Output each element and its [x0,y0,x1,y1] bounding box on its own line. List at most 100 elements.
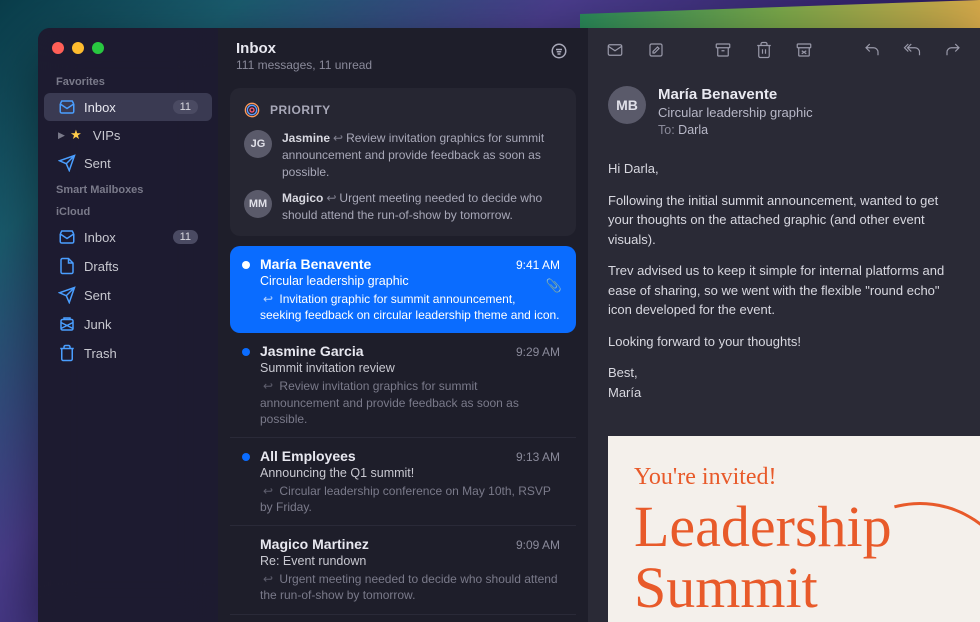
reply-arrow-icon: ↩︎ [263,291,273,307]
attachment-icon: 📎 [546,278,562,294]
junk-icon[interactable] [795,40,813,60]
priority-item-text: Jasmine↩︎Review invitation graphics for … [282,130,562,180]
mailbox-title: Inbox [236,40,548,57]
sidebar-item-label: Junk [84,317,111,332]
compose-icon[interactable] [646,40,664,60]
message-item[interactable]: Fleur Lasseur8:57 AMStrategy deck v5↩︎ M… [230,615,576,622]
sidebar-item-label: Inbox [84,230,116,245]
message-toolbar [588,28,980,72]
message-list-header: Inbox 111 messages, 11 unread [218,28,588,82]
message-time: 9:29 AM [516,345,560,359]
message-subject: Announcing the Q1 summit! [260,466,560,480]
unread-badge: 11 [173,100,198,114]
message-body: Hi Darla, Following the initial summit a… [588,153,980,430]
sidebar-item-trash[interactable]: Trash [44,339,212,367]
message-item[interactable]: Magico Martinez 9:09 AM Re: Event rundown ↩… [230,526,576,614]
sidebar-item-junk[interactable]: Junk [44,310,212,338]
forward-icon[interactable] [944,40,962,60]
envelope-icon[interactable] [606,40,624,60]
paper-plane-icon [58,286,76,304]
sidebar: Favorites Inbox 11 ▶ ★ VIPs Sent Smart M… [38,28,218,622]
priority-item-text: Magico↩︎Urgent meeting needed to decide … [282,190,562,224]
sidebar-item-label: Sent [84,156,111,171]
paper-plane-icon [58,154,76,172]
mailbox-subtitle: 111 messages, 11 unread [236,58,548,72]
unread-badge: 11 [173,230,198,244]
sidebar-item-label: Inbox [84,100,116,115]
message-subject: Re: Event rundown [260,554,560,568]
message-preview: ↩︎ Invitation graphic for summit announc… [260,291,560,323]
reply-arrow-icon: ↩︎ [333,130,343,147]
minimize-window-button[interactable] [72,42,84,54]
unread-dot-icon [242,348,250,356]
message-list-body[interactable]: 📎 María Benavente 9:41 AM Circular leadersh… [218,246,588,622]
archive-icon[interactable] [714,40,732,60]
priority-item[interactable]: JG Jasmine↩︎Review invitation graphics f… [244,130,562,180]
attachment-preview[interactable]: You're invited! LeadershipSummit [608,436,980,622]
priority-header: PRIORITY [244,102,562,118]
priority-label: PRIORITY [270,103,331,117]
priority-item[interactable]: MM Magico↩︎Urgent meeting needed to deci… [244,190,562,224]
message-sender: Jasmine Garcia [260,343,364,359]
message-time: 9:41 AM [516,258,560,272]
reply-arrow-icon: ↩︎ [263,483,273,499]
sidebar-item-label: Trash [84,346,117,361]
unread-dot-icon [242,453,250,461]
document-icon [58,257,76,275]
message-recipients: To: Darla [658,123,813,137]
reply-arrow-icon: ↩︎ [263,571,273,587]
chevron-right-icon: ▶ [58,130,65,141]
unread-dot-icon [242,261,250,269]
invite-subtitle: You're invited! [634,464,954,491]
star-icon: ★ [67,127,85,143]
message-item[interactable]: Jasmine Garcia 9:29 AM Summit invitation r… [230,333,576,438]
message-subject: Summit invitation review [260,361,560,375]
reply-arrow-icon: ↩︎ [326,190,336,207]
message-header: MB María Benavente Circular leadership g… [588,72,980,153]
close-window-button[interactable] [52,42,64,54]
trash-icon [58,344,76,362]
filter-button[interactable] [548,40,570,62]
avatar: JG [244,130,272,158]
message-item[interactable]: 📎 María Benavente 9:41 AM Circular leadersh… [230,246,576,333]
priority-icon [244,102,260,118]
message-item[interactable]: All Employees 9:13 AM Announcing the Q1 su… [230,438,576,526]
fullscreen-window-button[interactable] [92,42,104,54]
reply-icon[interactable] [863,40,881,60]
reading-pane: MB María Benavente Circular leadership g… [588,28,980,622]
message-sender: María Benavente [260,256,371,272]
message-time: 9:13 AM [516,450,560,464]
sidebar-item-icloud-sent[interactable]: Sent [44,281,212,309]
smart-section-label: Smart Mailboxes [38,178,218,200]
reply-arrow-icon: ↩︎ [263,378,273,394]
reply-all-icon[interactable] [903,40,921,60]
sidebar-item-inbox[interactable]: Inbox 11 [44,93,212,121]
sidebar-item-label: Drafts [84,259,119,274]
sidebar-item-sent[interactable]: Sent [44,149,212,177]
message-subject: Circular leadership graphic [658,105,813,120]
message-time: 9:09 AM [516,538,560,552]
sender-name: María Benavente [658,86,813,103]
message-list-pane: Inbox 111 messages, 11 unread PRIORITY J… [218,28,588,622]
message-sender: All Employees [260,448,356,464]
trash-icon[interactable] [755,40,773,60]
inbox-icon [58,98,76,116]
favorites-section-label: Favorites [38,70,218,92]
message-preview: ↩︎ Review invitation graphics for summit… [260,378,560,427]
icloud-section-label: iCloud [38,200,218,222]
sender-avatar: MB [608,86,646,124]
avatar: MM [244,190,272,218]
message-subject: Circular leadership graphic [260,274,560,288]
message-sender: Magico Martinez [260,536,369,552]
inbox-icon [58,228,76,246]
sidebar-item-drafts[interactable]: Drafts [44,252,212,280]
mail-window: Favorites Inbox 11 ▶ ★ VIPs Sent Smart M… [38,28,980,622]
window-controls [38,38,218,70]
sidebar-item-label: VIPs [93,128,120,143]
sidebar-item-icloud-inbox[interactable]: Inbox 11 [44,223,212,251]
priority-section: PRIORITY JG Jasmine↩︎Review invitation g… [230,88,576,236]
sidebar-item-label: Sent [84,288,111,303]
message-preview: ↩︎ Urgent meeting needed to decide who s… [260,571,560,603]
sidebar-item-vips[interactable]: ▶ ★ VIPs [44,122,212,148]
message-preview: ↩︎ Circular leadership conference on May… [260,483,560,515]
